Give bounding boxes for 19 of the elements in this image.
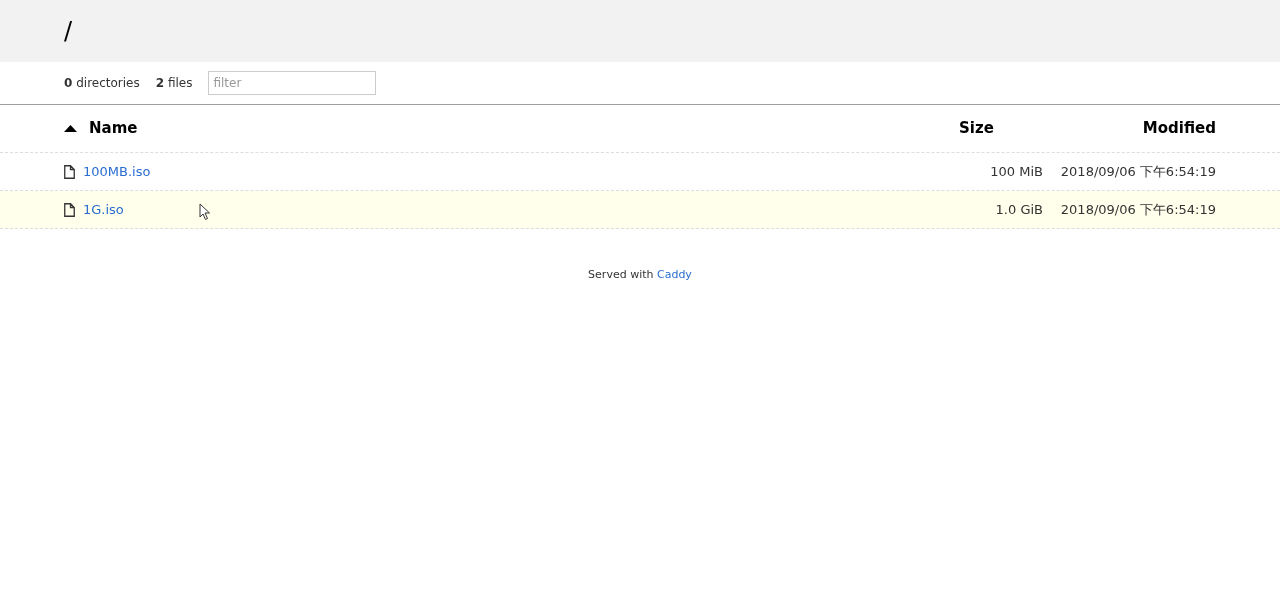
- column-header[interactable]: Modified: [1142, 117, 1216, 140]
- cursor-icon: [199, 203, 211, 221]
- directory-count: 0 directories: [64, 75, 140, 92]
- column-header[interactable]: Size: [959, 117, 994, 140]
- file-count: 2 files: [155, 75, 193, 92]
- file-icon: [64, 202, 75, 217]
- footer-text: Served with Caddy: [588, 267, 692, 283]
- caddy-link[interactable]: Caddy: [657, 268, 692, 281]
- file-icon: [64, 164, 75, 179]
- path-title: /: [64, 16, 73, 47]
- modified-cell-text: 2018/09/06 下午6:54:19: [1060, 162, 1216, 181]
- column-header[interactable]: Name: [64, 117, 138, 140]
- filter-field[interactable]: filter: [208, 71, 377, 95]
- file-link[interactable]: 1G.iso: [83, 199, 124, 220]
- size-cell-text: 1.0 GiB: [995, 200, 1043, 219]
- modified-cell-text: 2018/09/06 下午6:54:19: [1060, 200, 1216, 219]
- highlighted-row[interactable]: 1G.iso 1.0 GiB 2018/09/06 下午6:54:19: [0, 191, 1280, 229]
- file-link[interactable]: 100MB.iso: [83, 161, 151, 182]
- size-cell-text: 100 MiB: [990, 162, 1043, 181]
